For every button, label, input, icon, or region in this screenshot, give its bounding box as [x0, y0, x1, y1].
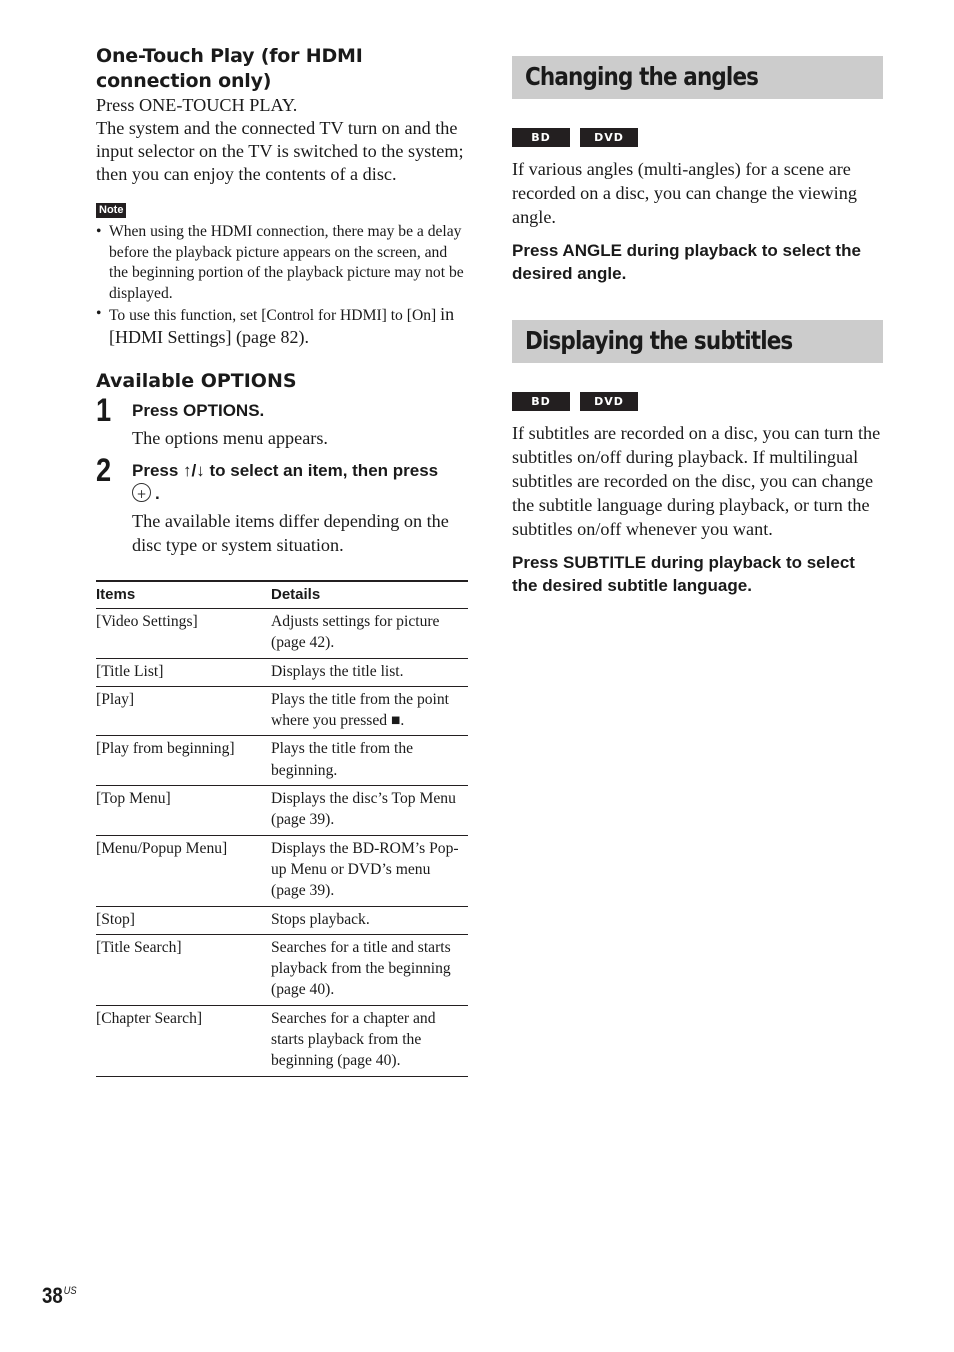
table-row: [Chapter Search] Searches for a chapter a… — [96, 1005, 468, 1076]
column-header-details: Details — [271, 581, 468, 609]
details-cell: Plays the title from the point where you… — [271, 686, 468, 737]
one-touch-play-heading: One-Touch Play (for HDMI connection only… — [96, 45, 363, 92]
item-cell: [Play] — [96, 686, 271, 737]
options-table-body: [Video Settings] Adjusts settings for pic… — [96, 608, 468, 1077]
bullet-icon: • — [96, 223, 102, 240]
item-cell: [Play from beginning] — [96, 735, 271, 787]
subtitles-description: If subtitles are recorded on a disc, you… — [512, 423, 881, 539]
bd-badge-icon: BD — [512, 392, 570, 412]
table-header-row: Items Details — [96, 581, 468, 609]
one-touch-play-body: Press ONE-TOUCH PLAY. The system and the… — [96, 94, 468, 186]
column-header-items: Items — [96, 581, 271, 609]
dvd-badge-icon: DVD — [580, 128, 638, 147]
step-number: 2 — [96, 452, 112, 488]
note-item: • When using the HDMI connection, there … — [96, 223, 464, 302]
note-item: • To use this function, set [Control for… — [96, 304, 455, 347]
page-number: 38US — [42, 1283, 77, 1308]
note-list: • When using the HDMI connection, there … — [96, 222, 468, 349]
step-description: The options menu appears. — [132, 428, 328, 448]
table-row: [Top Menu] Displays the disc’s Top Menu (… — [96, 785, 468, 836]
step-title: Press OPTIONS. — [132, 401, 265, 420]
angles-heading: Changing the angles — [525, 62, 759, 91]
bullet-icon: • — [96, 305, 102, 322]
details-cell: Displays the BD-ROM’s Pop-up Menu or DVD… — [271, 835, 468, 907]
table-row: [Play] Plays the title from the point whe… — [96, 686, 468, 737]
section-header-subtitles: Displaying the subtitles — [512, 320, 883, 364]
details-cell: Stops playback. — [271, 906, 468, 935]
item-cell: [Video Settings] — [96, 608, 271, 659]
item-cell: [Top Menu] — [96, 785, 271, 836]
details-cell: Searches for a chapter and starts playba… — [271, 1009, 436, 1070]
table-row: [Menu/Popup Menu] Displays the BD-ROM’s P… — [96, 835, 468, 907]
available-options-heading: Available OPTIONS — [96, 370, 297, 392]
section-header-angles: Changing the angles — [512, 56, 883, 99]
subtitles-heading: Displaying the subtitles — [525, 326, 793, 356]
angles-description: If various angles (multi-angles) for a s… — [512, 159, 857, 227]
table-row: [Play from beginning] Plays the title fro… — [96, 735, 468, 787]
bd-badge-icon: BD — [512, 128, 570, 147]
disc-type-badges: BD DVD — [512, 128, 883, 147]
options-table: Items Details [Video Settings] Adjusts se… — [96, 580, 468, 1077]
step-number: 1 — [96, 392, 112, 428]
item-cell: [Stop] — [96, 906, 271, 935]
details-cell: Adjusts settings for picture (page 42). — [271, 608, 468, 659]
enter-button-icon — [132, 483, 151, 506]
details-cell: Searches for a title and starts playback… — [271, 934, 468, 1006]
step-1: 1 Press OPTIONS. The options menu appear… — [96, 393, 468, 450]
left-column: One-Touch Play (for HDMI connection only… — [96, 44, 468, 1077]
item-cell: [Menu/Popup Menu] — [96, 835, 271, 907]
table-row: [Video Settings] Adjusts settings for pic… — [96, 608, 468, 659]
one-touch-play-instruction: Press ONE-TOUCH PLAY. — [96, 95, 298, 115]
region-code: US — [63, 1285, 77, 1297]
right-column: Changing the angles BD DVD If various an… — [512, 56, 883, 597]
disc-type-badges: BD DVD — [512, 392, 883, 412]
details-cell: Displays the title list. — [271, 658, 468, 687]
step-description: The available items differ depending on … — [132, 511, 449, 555]
item-cell: [Chapter Search] — [96, 1009, 203, 1027]
item-cell: [Title Search] — [96, 934, 271, 1006]
dvd-badge-icon: DVD — [580, 392, 638, 412]
note-label: Note — [96, 203, 127, 218]
subtitles-instruction: Press SUBTITLE during playback to select… — [512, 553, 855, 596]
details-cell: Displays the disc’s Top Menu (page 39). — [271, 785, 468, 836]
details-cell: Plays the title from the beginning. — [271, 735, 468, 787]
angles-instruction: Press ANGLE during playback to select th… — [512, 241, 861, 284]
step-title: Press ↑/↓ to select an item, then press … — [132, 459, 468, 506]
table-row: [Title Search] Searches for a title and s… — [96, 934, 468, 1006]
one-touch-play-description: The system and the connected TV turn on … — [96, 118, 464, 184]
table-row: [Title List] Displays the title list. — [96, 658, 468, 687]
item-cell: [Title List] — [96, 658, 271, 687]
table-row: [Stop] Stops playback. — [96, 906, 468, 935]
step-2: 2 Press ↑/↓ to select an item, then pres… — [96, 453, 468, 557]
